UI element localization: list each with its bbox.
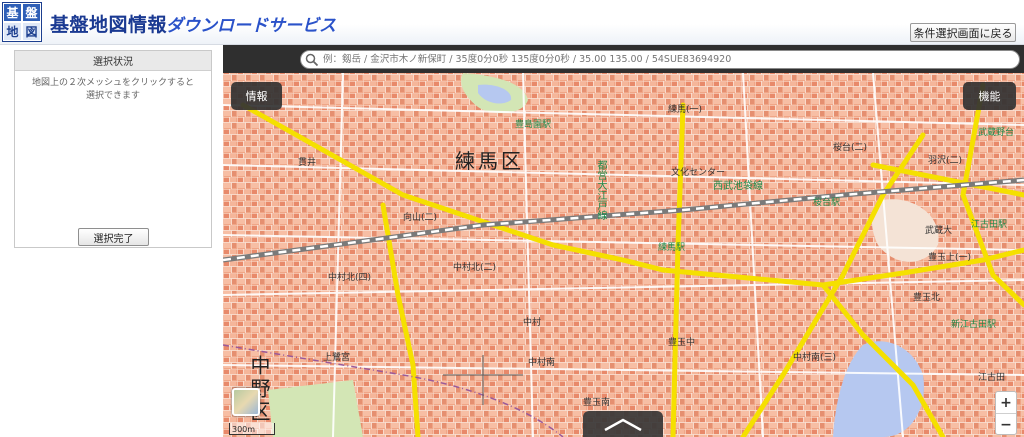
selection-status-panel: 選択状況 地図上の２次メッシュをクリックすると 選択できます 選択完了: [14, 50, 212, 248]
finish-selection-button[interactable]: 選択完了: [78, 228, 149, 246]
search-field[interactable]: [300, 50, 1020, 69]
station-label: 武蔵野台: [978, 128, 1015, 138]
place-label: 羽沢(二): [928, 156, 963, 166]
search-input[interactable]: [319, 52, 1019, 67]
map-search-bar: [223, 45, 1024, 73]
place-label: 中村北(二): [453, 263, 497, 273]
service-title: ダウンロードサービス: [166, 16, 336, 36]
station-label: 新江古田駅: [951, 320, 997, 330]
logo-char: 図: [22, 22, 41, 41]
place-label: 桜台(二): [833, 143, 868, 153]
base-map-switch-button[interactable]: [232, 388, 260, 416]
search-icon: [305, 53, 319, 66]
place-label: 豊玉南: [583, 398, 611, 408]
zoom-in-button[interactable]: +: [996, 392, 1016, 413]
place-label: 貫井: [298, 158, 317, 168]
place-label: 練馬(一): [668, 105, 703, 115]
park-area: [268, 380, 363, 437]
station-label: 江古田駅: [971, 220, 1008, 230]
scale-label: 300m: [232, 425, 256, 434]
place-label: 武蔵大: [925, 226, 953, 236]
app-logo: 基 盤 地 図: [2, 2, 42, 42]
scale-bar: 300m: [229, 423, 275, 435]
place-label: 上鷺宮: [323, 353, 351, 363]
chevron-up-icon: [604, 418, 642, 432]
back-to-conditions-button[interactable]: 条件選択画面に戻る: [910, 23, 1016, 42]
railway-label: 西武池袋線: [713, 181, 763, 192]
place-label: 中村北(四): [328, 273, 372, 283]
place-label: 中村南: [528, 358, 556, 368]
station-label: 練馬駅: [658, 243, 686, 253]
zoom-out-button[interactable]: −: [996, 413, 1016, 435]
place-label: 中村南(三): [793, 353, 837, 363]
header-bar: 基 盤 地 図 基盤地図情報 ダウンロードサービス 条件選択画面に戻る: [0, 0, 1024, 45]
place-label: 江古田: [978, 373, 1006, 383]
logo-char: 盤: [22, 3, 41, 22]
station-label: 桜台駅: [813, 198, 841, 208]
place-label: 豊玉上(一): [928, 253, 972, 263]
place-label: 文化センター: [671, 168, 726, 178]
function-button[interactable]: 機能: [963, 82, 1016, 110]
selection-status-title: 選択状況: [15, 51, 211, 71]
ward-label: 練馬区: [455, 149, 524, 173]
railway-label: 都営大江戸線: [595, 160, 606, 220]
map-view[interactable]: 練馬区 中野区 豊島園駅 練馬駅 桜台駅 江古田駅 新江古田駅 武蔵野台 西武池…: [223, 45, 1024, 437]
map-base-layer: [223, 45, 1024, 437]
info-button[interactable]: 情報: [231, 82, 282, 110]
logo-char: 基: [3, 3, 22, 22]
zoom-controls: + −: [995, 391, 1017, 435]
app-title: 基盤地図情報: [50, 14, 168, 36]
place-label: 豊玉北: [913, 293, 941, 303]
place-label: 豊玉中: [668, 338, 696, 348]
place-label: 向山(二): [403, 213, 438, 223]
left-panel: 選択状況 地図上の２次メッシュをクリックすると 選択できます 選択完了: [0, 45, 222, 437]
selection-instructions: 地図上の２次メッシュをクリックすると 選択できます: [31, 78, 194, 101]
logo-char: 地: [3, 22, 22, 41]
station-label: 豊島園駅: [515, 120, 552, 130]
place-label: 中村: [523, 318, 542, 328]
expand-panel-button[interactable]: [583, 411, 663, 437]
